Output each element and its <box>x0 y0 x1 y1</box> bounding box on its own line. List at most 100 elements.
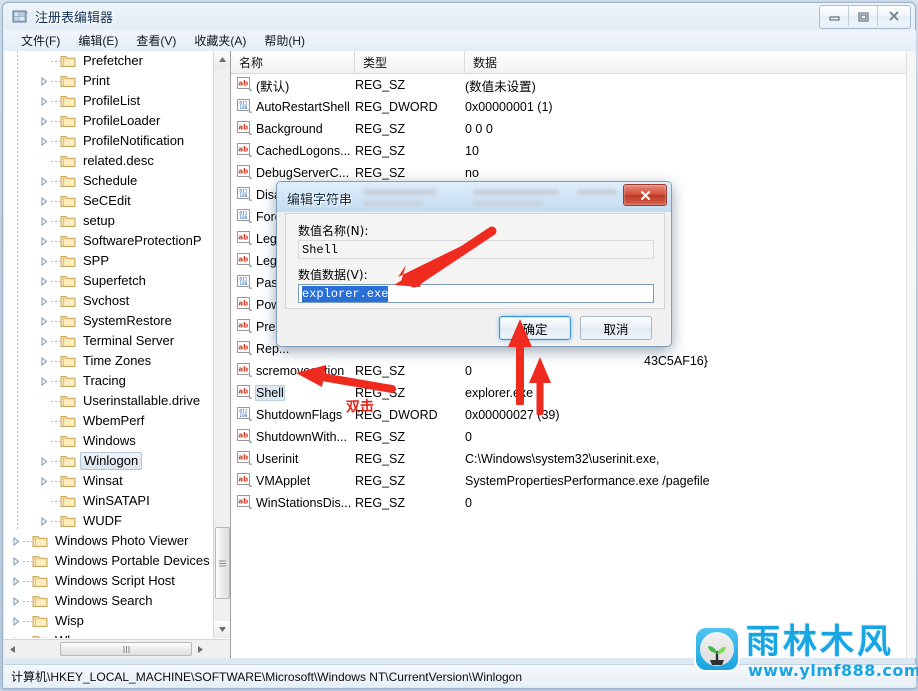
expand-chevron-icon[interactable] <box>36 351 51 371</box>
tree-item-winlogon[interactable]: Winlogon <box>4 451 214 471</box>
menu-favorites[interactable]: 收藏夹(A) <box>185 30 255 52</box>
registry-values-pane[interactable]: 名称 类型 数据 ab (默认) REG_SZ (数值未设置) 011 100 AutoRe… <box>231 51 916 658</box>
column-name[interactable]: 名称 <box>231 51 355 73</box>
ok-button[interactable]: 确定 <box>499 316 571 340</box>
value-row[interactable]: ab (默认) REG_SZ (数值未设置) <box>231 74 916 96</box>
value-row[interactable]: ab CachedLogons... REG_SZ 10 <box>231 140 916 162</box>
menu-file[interactable]: 文件(F) <box>12 30 69 52</box>
cancel-button[interactable]: 取消 <box>580 316 652 340</box>
scroll-right-icon[interactable] <box>192 641 209 658</box>
tree-item-spp[interactable]: SPP <box>4 251 214 271</box>
menu-help[interactable]: 帮助(H) <box>255 30 314 52</box>
tree-item-secedit[interactable]: SeCEdit <box>4 191 214 211</box>
tree-item-superfetch[interactable]: Superfetch <box>4 271 214 291</box>
tree-item-schedule[interactable]: Schedule <box>4 171 214 191</box>
menu-edit[interactable]: 编辑(E) <box>69 30 127 52</box>
tree-item-systemrestore[interactable]: SystemRestore <box>4 311 214 331</box>
value-row[interactable]: ab VMApplet REG_SZ SystemPropertiesPerforma… <box>231 470 916 492</box>
value-row[interactable]: 011 100 AutoRestartShell REG_DWORD 0x0000000… <box>231 96 916 118</box>
registry-tree-pane[interactable]: Prefetcher Print ProfileList ProfileLoader P… <box>4 51 231 658</box>
tree-item-profileloader[interactable]: ProfileLoader <box>4 111 214 131</box>
column-type[interactable]: 类型 <box>355 51 465 73</box>
tree-item-prefetcher[interactable]: Prefetcher <box>4 51 214 71</box>
tree-item-winsatapi[interactable]: WinSATAPI <box>4 491 214 511</box>
tree-item-softwareprotectionp[interactable]: SoftwareProtectionP <box>4 231 214 251</box>
maximize-icon[interactable] <box>849 6 878 26</box>
tree-item-userinstallable-drive[interactable]: Userinstallable.drive <box>4 391 214 411</box>
scroll-up-icon[interactable] <box>214 51 230 68</box>
expand-chevron-icon[interactable] <box>36 231 51 251</box>
value-row[interactable]: 011 100 ShutdownFlags REG_DWORD 0x00000027 (… <box>231 404 916 426</box>
expand-chevron-icon[interactable] <box>36 131 51 151</box>
dialog-title-bar[interactable]: 编辑字符串 <box>277 182 671 212</box>
value-type-cell: REG_SZ <box>355 474 406 488</box>
expand-chevron-icon[interactable] <box>36 251 51 271</box>
tree-item-print[interactable]: Print <box>4 71 214 91</box>
value-row[interactable]: ab scremoveoption REG_SZ 0 <box>231 360 916 382</box>
expand-chevron-icon[interactable] <box>36 111 51 131</box>
tree-item-related-desc[interactable]: related.desc <box>4 151 214 171</box>
value-data-input[interactable]: explorer.exe <box>298 284 654 303</box>
expand-chevron-icon[interactable] <box>36 451 51 471</box>
value-row[interactable]: ab Userinit REG_SZ C:\Windows\system32\user… <box>231 448 916 470</box>
value-type-cell: REG_DWORD <box>355 100 438 114</box>
expand-chevron-icon[interactable] <box>8 591 23 611</box>
tree-item-winsat[interactable]: Winsat <box>4 471 214 491</box>
tree-item-wbemperf[interactable]: WbemPerf <box>4 411 214 431</box>
tree-vertical-scrollbar[interactable] <box>213 51 230 638</box>
expand-chevron-icon[interactable] <box>36 291 51 311</box>
value-row[interactable]: ab Background REG_SZ 0 0 0 <box>231 118 916 140</box>
tree-item-windows-portable-devices[interactable]: Windows Portable Devices <box>4 551 214 571</box>
tree-item-tracing[interactable]: Tracing <box>4 371 214 391</box>
value-row[interactable]: ab WinStationsDis... REG_SZ 0 <box>231 492 916 514</box>
tree-guide-dash <box>51 280 60 282</box>
dialog-close-icon[interactable] <box>623 184 667 206</box>
tree-item-profilenotification[interactable]: ProfileNotification <box>4 131 214 151</box>
tree-item-wudf[interactable]: WUDF <box>4 511 214 531</box>
tree-horizontal-scrollbar[interactable] <box>4 639 230 658</box>
expand-chevron-icon[interactable] <box>8 531 23 551</box>
tree-item-windows[interactable]: Windows <box>4 431 214 451</box>
value-row[interactable]: ab Shell REG_SZ explorer.exe <box>231 382 916 404</box>
menu-view[interactable]: 查看(V) <box>127 30 185 52</box>
expand-chevron-icon[interactable] <box>36 311 51 331</box>
tree-item-profilelist[interactable]: ProfileList <box>4 91 214 111</box>
expand-chevron-icon[interactable] <box>36 191 51 211</box>
expand-chevron-icon[interactable] <box>8 551 23 571</box>
expand-chevron-icon[interactable] <box>36 331 51 351</box>
tree-item-windows-script-host[interactable]: Windows Script Host <box>4 571 214 591</box>
registry-tree[interactable]: Prefetcher Print ProfileList ProfileLoader P… <box>4 51 214 638</box>
minimize-icon[interactable] <box>820 6 849 26</box>
value-row[interactable]: ab ShutdownWith... REG_SZ 0 <box>231 426 916 448</box>
tree-item-windows-photo-viewer[interactable]: Windows Photo Viewer <box>4 531 214 551</box>
tree-item-time-zones[interactable]: Time Zones <box>4 351 214 371</box>
tree-item-svchost[interactable]: Svchost <box>4 291 214 311</box>
expand-chevron-icon[interactable] <box>8 611 23 631</box>
expand-chevron-icon[interactable] <box>36 171 51 191</box>
expand-chevron-icon[interactable] <box>36 511 51 531</box>
expand-chevron-icon[interactable] <box>36 471 51 491</box>
expand-chevron-icon[interactable] <box>36 371 51 391</box>
tree-item-windows-search[interactable]: Windows Search <box>4 591 214 611</box>
expand-chevron-icon[interactable] <box>8 571 23 591</box>
expand-chevron-icon[interactable] <box>36 211 51 231</box>
tree-item-wisp[interactable]: Wisp <box>4 611 214 631</box>
scroll-left-icon[interactable] <box>4 641 21 658</box>
expand-chevron-icon[interactable] <box>36 91 51 111</box>
folder-icon <box>60 414 76 428</box>
close-icon[interactable] <box>878 6 910 26</box>
list-vertical-scrollbar[interactable] <box>906 51 916 658</box>
title-bar[interactable]: 注册表编辑器 <box>3 3 915 30</box>
tree-hscroll-thumb[interactable] <box>60 642 192 656</box>
scroll-down-icon[interactable] <box>214 621 230 638</box>
tree-item-terminal-server[interactable]: Terminal Server <box>4 331 214 351</box>
expand-chevron-icon[interactable] <box>36 271 51 291</box>
tree-item-setup[interactable]: setup <box>4 211 214 231</box>
tree-scroll-thumb[interactable] <box>215 527 230 599</box>
expand-chevron-icon[interactable] <box>8 631 23 638</box>
value-name-text: Shell <box>255 385 285 401</box>
edit-string-dialog[interactable]: 编辑字符串 数值名称(N): Shell 数值数据(V): explorer.e… <box>276 181 672 347</box>
expand-chevron-icon[interactable] <box>36 71 51 91</box>
column-data[interactable]: 数据 <box>465 51 916 73</box>
tree-item-wlansvc[interactable]: Wlansvc <box>4 631 214 638</box>
